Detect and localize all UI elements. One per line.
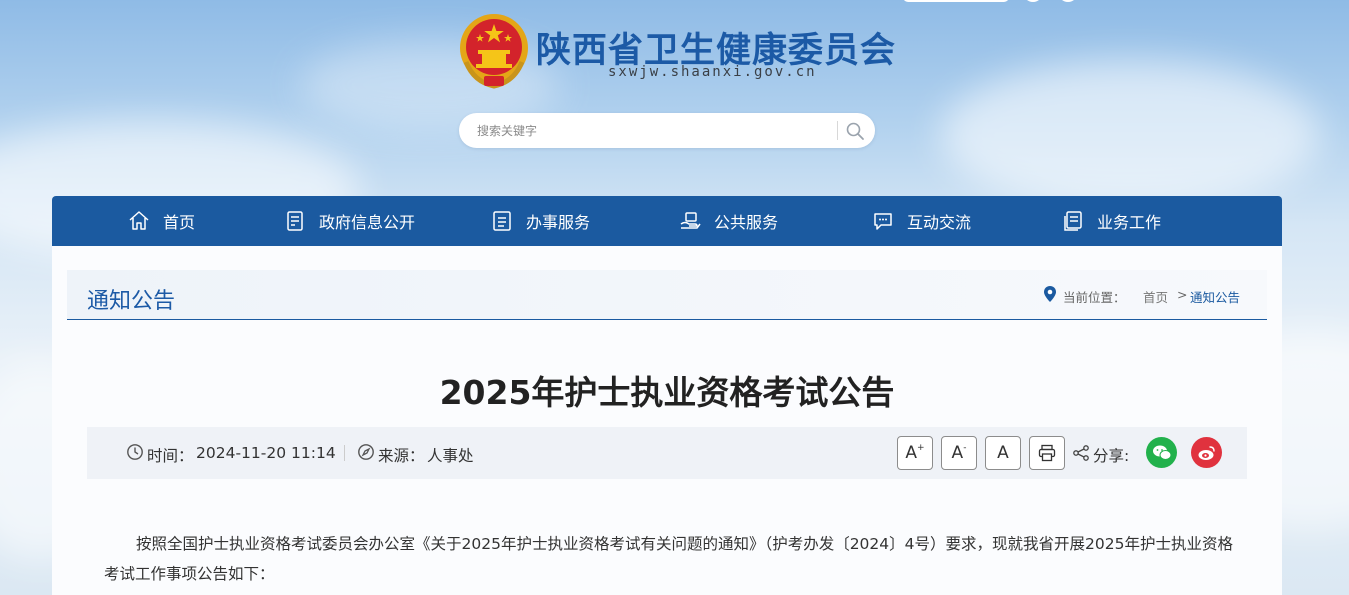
nav-item-business[interactable]: 业务工作: [1061, 196, 1161, 246]
nav-item-home[interactable]: 首页: [127, 196, 195, 246]
breadcrumb-current[interactable]: 通知公告: [1190, 287, 1240, 306]
publish-time: 2024-11-20 11:14: [196, 444, 336, 462]
share-icon: [1073, 445, 1089, 461]
nav-item-label: 互动交流: [907, 213, 972, 232]
nav-item-label: 办事服务: [526, 213, 591, 232]
article-body: 按照全国护士执业资格考试委员会办公室《关于2025年护士执业资格考试有关问题的通…: [104, 535, 1233, 583]
source-value: 人事处: [427, 447, 474, 465]
national-emblem-logo: [460, 14, 528, 89]
share-wechat-button[interactable]: [1146, 437, 1177, 468]
plus-icon: +: [917, 443, 925, 453]
site-header: 陕西省卫生健康委员会 sxwjw.shaanxi.gov.cn: [0, 0, 1349, 190]
site-domain: sxwjw.shaanxi.gov.cn: [608, 64, 817, 80]
breadcrumb-separator: >: [1177, 287, 1188, 302]
font-increase-label: A: [905, 443, 918, 463]
public-service-icon: [680, 212, 701, 229]
search-box: [459, 113, 875, 148]
chat-icon: [874, 213, 892, 230]
nav-item-label: 业务工作: [1097, 213, 1162, 232]
nav-item-interaction[interactable]: 互动交流: [871, 196, 971, 246]
compass-icon: [358, 444, 374, 460]
main-nav: 首页 政府信息公开 办事服务 公共服务 互动交流 业务工作: [52, 196, 1282, 246]
share-weibo-button[interactable]: [1191, 437, 1222, 468]
weibo-icon: [1198, 445, 1215, 460]
minus-icon: -: [963, 443, 967, 453]
font-decrease-button[interactable]: A-: [941, 436, 977, 470]
breadcrumb-prefix: 当前位置：: [1063, 290, 1126, 305]
work-icon: [1064, 211, 1082, 231]
nav-item-label: 公共服务: [714, 213, 779, 232]
nav-item-affairs[interactable]: 办事服务: [490, 196, 590, 246]
font-increase-button[interactable]: A +: [897, 436, 933, 470]
home-icon: [129, 211, 149, 230]
service-icon: [493, 211, 511, 231]
font-reset-button[interactable]: A: [985, 436, 1021, 470]
section-title: 通知公告: [87, 289, 176, 314]
time-label: 时间：: [147, 447, 194, 465]
search-divider: [837, 121, 838, 140]
source-label: 来源：: [378, 447, 425, 465]
printer-icon: [1038, 444, 1056, 462]
clock-icon: [127, 444, 143, 460]
print-button[interactable]: [1029, 436, 1065, 470]
wechat-icon: [1152, 445, 1171, 460]
breadcrumb-home[interactable]: 首页: [1143, 287, 1168, 306]
nav-item-gov-info[interactable]: 政府信息公开: [283, 196, 415, 246]
location-pin-icon: [1044, 286, 1056, 302]
search-input[interactable]: [477, 121, 837, 141]
font-reset-label: A: [997, 443, 1009, 463]
nav-item-public-service[interactable]: 公共服务: [678, 196, 778, 246]
nav-item-label: 首页: [163, 213, 196, 232]
share-label: 分享:: [1093, 447, 1130, 465]
document-icon: [287, 211, 303, 231]
search-icon[interactable]: [844, 120, 866, 142]
article-title: 2025年护士执业资格考试公告: [439, 373, 895, 412]
font-decrease-label: A: [951, 443, 964, 463]
nav-item-label: 政府信息公开: [319, 213, 416, 232]
meta-divider: [344, 445, 345, 461]
